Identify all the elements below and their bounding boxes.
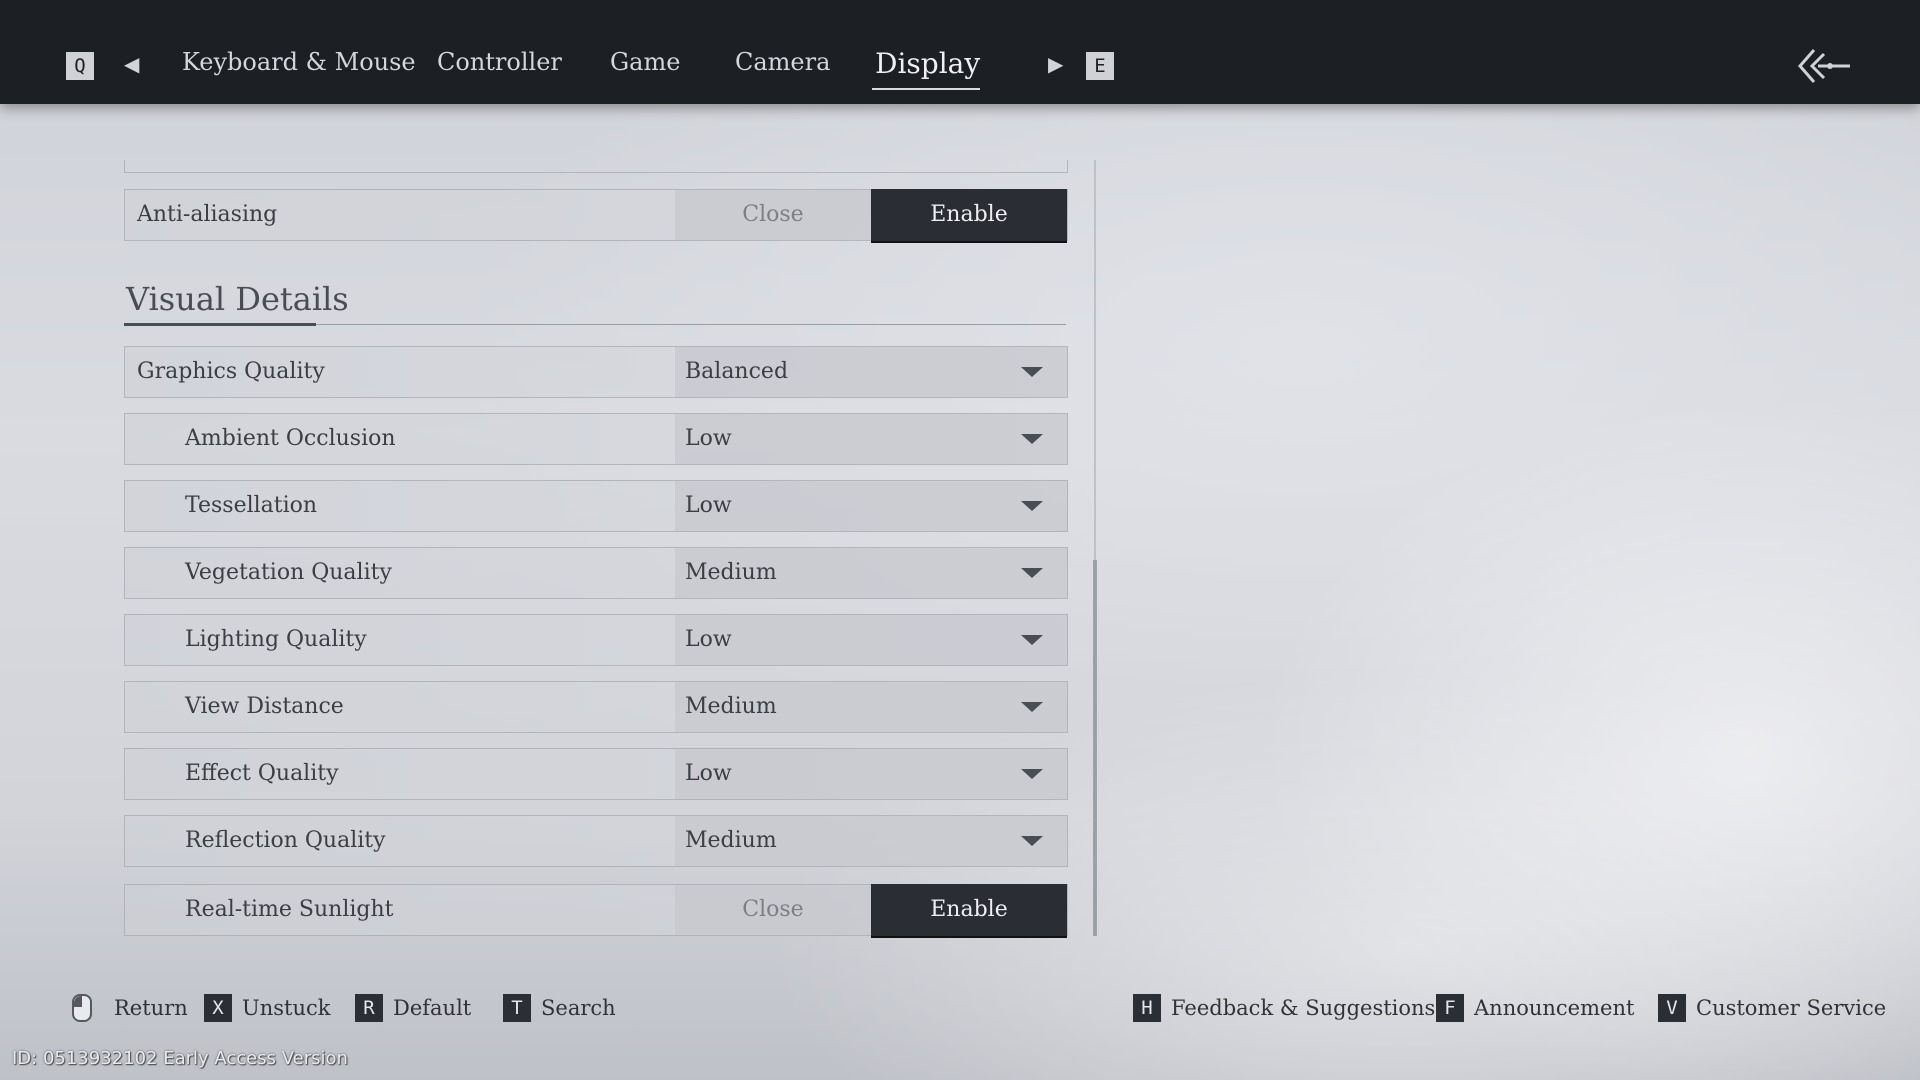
caret-down-icon <box>1021 769 1043 779</box>
setting-row-graphics-quality: Graphics Quality Balanced <box>124 346 1068 398</box>
key-badge: V <box>1658 994 1686 1022</box>
caret-down-icon <box>1021 836 1043 846</box>
dropdown-value: Low <box>685 761 732 786</box>
setting-row-ambient-occlusion: Ambient Occlusion Low <box>124 413 1068 465</box>
footer-announcement[interactable]: F Announcement <box>1436 994 1634 1022</box>
dropdown-value: Low <box>685 426 732 451</box>
setting-row-vegetation-quality: Vegetation Quality Medium <box>124 547 1068 599</box>
tab-display[interactable]: Display <box>875 47 980 80</box>
graphics-quality-dropdown[interactable]: Balanced <box>675 347 1067 397</box>
footer-label: Return <box>114 996 188 1020</box>
footer-feedback[interactable]: H Feedback & Suggestions <box>1133 994 1435 1022</box>
footer-return[interactable]: Return <box>72 994 188 1022</box>
dropdown-value: Low <box>685 627 732 652</box>
caret-down-icon <box>1021 568 1043 578</box>
realtime-sunlight-close-button[interactable]: Close <box>675 885 871 935</box>
dropdown-value: Medium <box>685 828 777 853</box>
mouse-icon <box>72 994 92 1022</box>
clipped-row <box>124 160 1068 173</box>
setting-row-realtime-sunlight: Real-time Sunlight Close Enable <box>124 884 1068 936</box>
footer-search[interactable]: T Search <box>503 994 616 1022</box>
setting-label: Ambient Occlusion <box>185 426 396 451</box>
key-badge: X <box>204 994 232 1022</box>
view-distance-dropdown[interactable]: Medium <box>675 682 1067 732</box>
setting-row-view-distance: View Distance Medium <box>124 681 1068 733</box>
key-badge: F <box>1436 994 1464 1022</box>
caret-down-icon <box>1021 635 1043 645</box>
prev-tab-key[interactable]: Q <box>66 52 94 80</box>
top-nav-bar: Q ◀ Keyboard & Mouse Controller Game Cam… <box>0 0 1920 104</box>
tab-camera[interactable]: Camera <box>735 48 830 76</box>
anti-aliasing-enable-button[interactable]: Enable <box>871 189 1067 241</box>
setting-label: Graphics Quality <box>137 359 325 384</box>
ambient-occlusion-dropdown[interactable]: Low <box>675 414 1067 464</box>
key-badge: R <box>355 994 383 1022</box>
effect-quality-dropdown[interactable]: Low <box>675 749 1067 799</box>
tab-keyboard-mouse[interactable]: Keyboard & Mouse <box>182 48 416 76</box>
back-arrow-icon[interactable] <box>1796 46 1852 86</box>
section-divider-accent <box>124 323 316 326</box>
setting-label: Real-time Sunlight <box>185 897 394 922</box>
setting-label: Reflection Quality <box>185 828 386 853</box>
setting-row-lighting-quality: Lighting Quality Low <box>124 614 1068 666</box>
caret-down-icon <box>1021 501 1043 511</box>
lighting-quality-dropdown[interactable]: Low <box>675 615 1067 665</box>
next-tab-key[interactable]: E <box>1086 52 1114 80</box>
footer-label: Unstuck <box>242 996 331 1020</box>
chevron-left-icon[interactable]: ◀ <box>124 52 139 76</box>
dropdown-value: Medium <box>685 694 777 719</box>
setting-label: Lighting Quality <box>185 627 367 652</box>
footer-label: Search <box>541 996 616 1020</box>
footer-label: Customer Service <box>1696 996 1887 1020</box>
footer-default[interactable]: R Default <box>355 994 471 1022</box>
caret-down-icon <box>1021 702 1043 712</box>
setting-label: View Distance <box>185 694 344 719</box>
footer-label: Default <box>393 996 472 1020</box>
setting-row-reflection-quality: Reflection Quality Medium <box>124 815 1068 867</box>
setting-row-tessellation: Tessellation Low <box>124 480 1068 532</box>
anti-aliasing-close-button[interactable]: Close <box>675 190 871 240</box>
reflection-quality-dropdown[interactable]: Medium <box>675 816 1067 866</box>
footer-label: Announcement <box>1474 996 1635 1020</box>
caret-down-icon <box>1021 434 1043 444</box>
vegetation-quality-dropdown[interactable]: Medium <box>675 548 1067 598</box>
section-title: Visual Details <box>126 280 349 318</box>
scrollbar-thumb[interactable] <box>1093 560 1097 936</box>
key-badge: T <box>503 994 531 1022</box>
setting-label: Vegetation Quality <box>185 560 392 585</box>
setting-label: Tessellation <box>185 493 318 518</box>
dropdown-value: Balanced <box>685 359 789 384</box>
caret-down-icon <box>1021 367 1043 377</box>
dropdown-value: Low <box>685 493 732 518</box>
footer-label: Feedback & Suggestions <box>1171 996 1436 1020</box>
active-tab-underline <box>872 88 980 90</box>
footer-unstuck[interactable]: X Unstuck <box>204 994 330 1022</box>
realtime-sunlight-enable-button[interactable]: Enable <box>871 884 1067 936</box>
build-id: ID: 0513932102 Early Access Version <box>12 1048 348 1069</box>
key-badge: H <box>1133 994 1161 1022</box>
setting-label: Anti-aliasing <box>137 202 278 227</box>
tessellation-dropdown[interactable]: Low <box>675 481 1067 531</box>
footer-customer-service[interactable]: V Customer Service <box>1658 994 1886 1022</box>
tab-game[interactable]: Game <box>610 48 680 76</box>
dropdown-value: Medium <box>685 560 777 585</box>
tab-controller[interactable]: Controller <box>437 48 562 76</box>
chevron-right-icon[interactable]: ▶ <box>1048 52 1063 76</box>
setting-row-anti-aliasing: Anti-aliasing Close Enable <box>124 189 1068 241</box>
setting-row-effect-quality: Effect Quality Low <box>124 748 1068 800</box>
setting-label: Effect Quality <box>185 761 339 786</box>
